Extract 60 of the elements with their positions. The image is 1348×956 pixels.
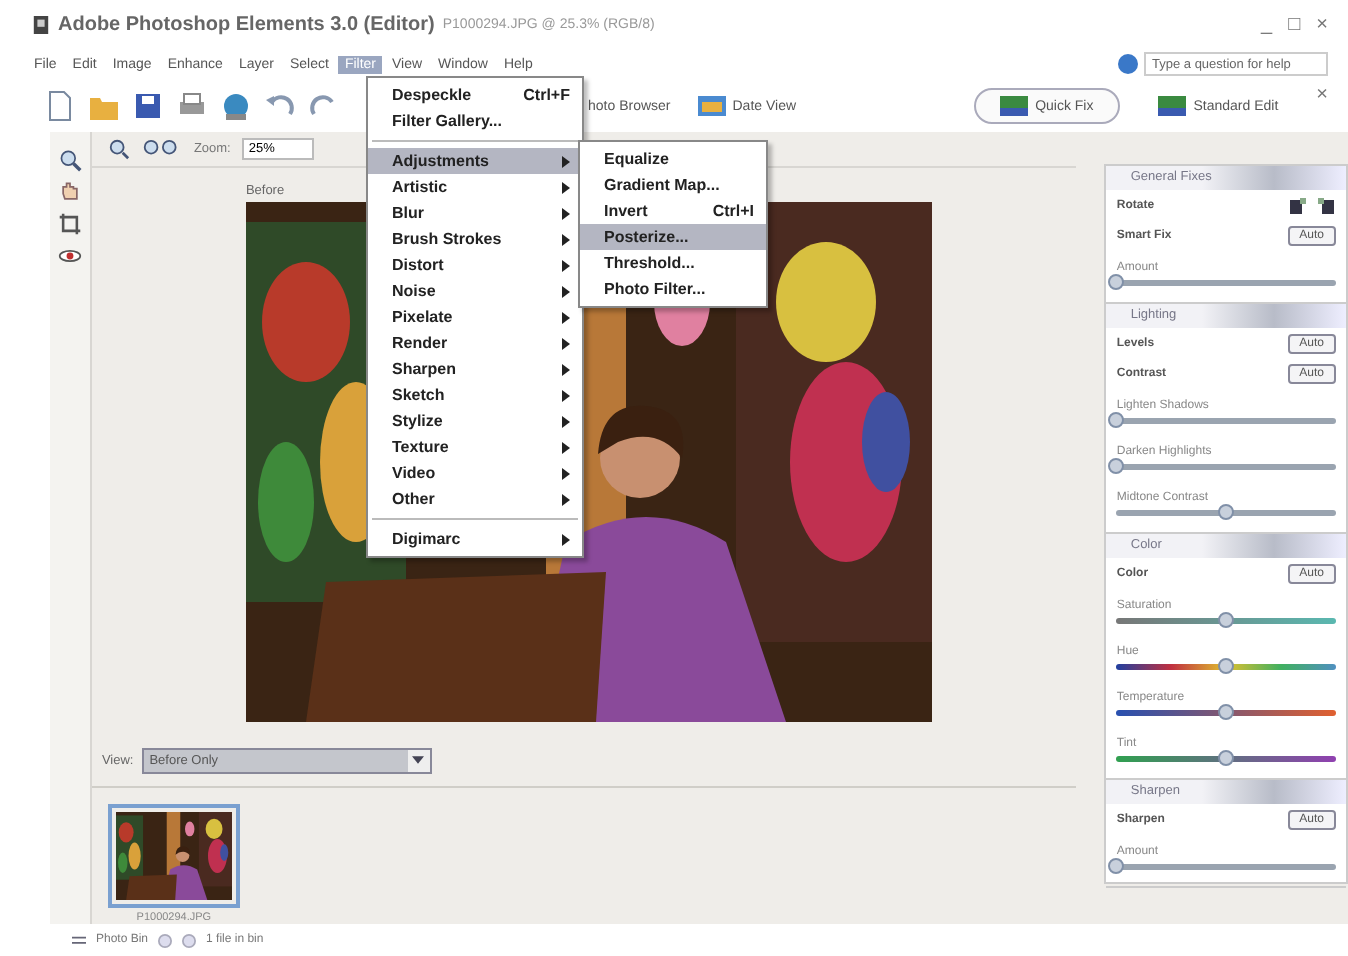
rotate-right-icon[interactable] (1316, 195, 1336, 215)
slider-track[interactable] (1116, 617, 1336, 623)
photo-icon (1157, 96, 1186, 116)
window-control[interactable]: _ (1257, 13, 1277, 35)
calendar-icon (698, 96, 727, 116)
globe-icon[interactable] (220, 90, 252, 122)
menu-item[interactable]: Brush Strokes (368, 226, 582, 252)
menu-item[interactable]: Filter Gallery... (368, 108, 582, 134)
hand-tool-icon[interactable] (57, 180, 82, 204)
crop-tool-icon[interactable] (57, 212, 82, 236)
new-file-icon[interactable] (44, 90, 76, 122)
menu-item[interactable]: Pixelate (368, 304, 582, 330)
menu-item[interactable]: Posterize... (580, 224, 766, 250)
slider-thumb[interactable] (1108, 411, 1125, 427)
slider-thumb[interactable] (1218, 749, 1235, 765)
zoom-tool-icon[interactable] (57, 148, 82, 172)
menu-item[interactable]: Distort (368, 252, 582, 278)
menu-item[interactable]: Photo Filter... (580, 276, 766, 302)
menu-item[interactable]: Blur (368, 200, 582, 226)
slider-track[interactable] (1116, 709, 1336, 715)
slider-thumb[interactable] (1218, 503, 1235, 519)
zoom-icon[interactable] (107, 138, 130, 161)
menu-item[interactable]: Video (368, 460, 582, 486)
slider-thumb[interactable] (1218, 657, 1235, 673)
rotate-left-icon[interactable] (1288, 195, 1308, 215)
slider-track[interactable] (1116, 755, 1336, 761)
menu-item[interactable]: Threshold... (580, 250, 766, 276)
slider-thumb[interactable] (1218, 611, 1235, 627)
menu-item[interactable]: Other (368, 486, 582, 512)
menu-item[interactable]: Render (368, 330, 582, 356)
window-title: Adobe Photoshop Elements 3.0 (Editor) (58, 13, 435, 35)
slider-thumb[interactable] (1108, 273, 1125, 289)
slider-thumb[interactable] (1108, 457, 1125, 473)
menu-item[interactable]: Invert Ctrl+I (580, 198, 766, 224)
help-icon (1118, 54, 1138, 74)
menu-item[interactable]: Gradient Map... (580, 172, 766, 198)
photo-thumbnail[interactable] (107, 804, 240, 908)
close-button[interactable]: × (1316, 83, 1328, 105)
app-icon (32, 13, 50, 35)
caret-icon[interactable] (412, 756, 425, 765)
slider-track[interactable] (1116, 509, 1336, 515)
slider-thumb[interactable] (1218, 703, 1235, 719)
eye-tool-icon[interactable] (57, 244, 82, 268)
window-control[interactable]: □ (1284, 13, 1305, 35)
menu-item[interactable]: Artistic (368, 174, 582, 200)
slider-thumb[interactable] (1108, 857, 1125, 873)
menu-item[interactable]: Noise (368, 278, 582, 304)
menu-item[interactable]: Equalize (580, 146, 766, 172)
menu-item[interactable]: Adjustments (368, 148, 582, 174)
photo-icon (999, 96, 1028, 116)
menu-item[interactable]: Sketch (368, 382, 582, 408)
menu-item[interactable]: Digimarc (368, 526, 582, 552)
menu-item[interactable]: Texture (368, 434, 582, 460)
slider-track[interactable] (1116, 663, 1336, 669)
window-control[interactable]: × (1312, 13, 1332, 35)
expand-icon[interactable] (72, 933, 86, 947)
menu-item[interactable]: Sharpen (368, 356, 582, 382)
menu-item[interactable]: Stylize (368, 408, 582, 434)
menu-item[interactable]: Despeckle Ctrl+F (368, 82, 582, 108)
save-icon[interactable] (132, 90, 164, 122)
